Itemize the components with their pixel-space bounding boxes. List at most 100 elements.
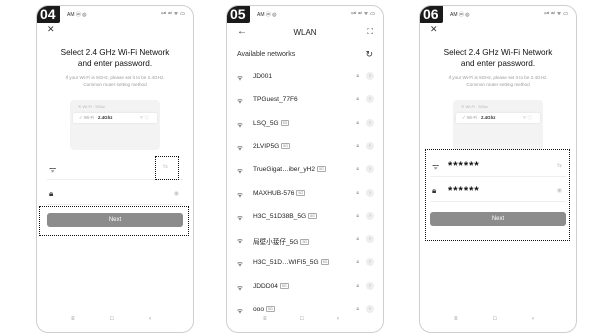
network-name: TPGuest_77F6 (253, 96, 298, 103)
router-setting-link[interactable]: Common router setting method (43, 81, 187, 88)
chevron-right-icon[interactable]: › (366, 118, 374, 127)
wifi-signal-icon: ᯤ (237, 284, 243, 292)
network-ssid: TPGuest_77F6 (253, 96, 298, 104)
chevron-right-icon[interactable]: › (366, 165, 374, 174)
system-nav-bar: ≡ □ ‹ (420, 316, 576, 326)
lock-icon: 🔒︎ (356, 282, 359, 289)
password-field[interactable]: 🔒︎ ◉ (47, 186, 183, 205)
chevron-right-icon[interactable]: › (366, 141, 374, 150)
subtitle: If your Wi-Fi is 5GHz, please set it to … (43, 74, 187, 88)
back-nav-icon[interactable]: ‹ (149, 316, 151, 322)
status-right: ᵎᵎᵃˡ ᵃᵎˡ ᯤ ▭ (544, 11, 568, 17)
lock-icon: 🔒︎ (356, 142, 359, 149)
chevron-right-icon[interactable]: › (366, 281, 374, 290)
band-tag: 5G (281, 142, 291, 149)
scan-icon[interactable]: ⛶ (367, 27, 373, 37)
next-button[interactable]: Next (430, 212, 566, 226)
status-bar: AM ⓦ ◎ ᵎᵎᵃˡ ᵃᵎˡ ᯤ ▭ (37, 6, 193, 22)
status-bar: AM ⓦ ◎ ᵎᵎᵃˡ ᵃᵎˡ ᯤ ▭ (420, 6, 576, 22)
wifi-signal-icon: ᯤ (237, 238, 243, 246)
network-name: MAXHUB-576 5G (253, 189, 306, 197)
system-nav-bar: ≡ □ ‹ (227, 316, 383, 326)
band-value: 2.4Ghz (98, 115, 113, 120)
wifi-signal-icon: ᯤ (237, 191, 243, 199)
status-right: ᵎᵎᵃˡ ᵃᵎˡ ᯤ ▭ (161, 11, 185, 17)
menu-nav-icon[interactable]: ≡ (263, 316, 267, 322)
phone-screen-step-05: 05 AM ⓦ ◎ ᵎᵎᵃˡ ᵃᵎˡ ᯤ ▭ ← WLAN ⛶ Availabl… (226, 5, 384, 333)
wifi-band-illustration: ✕ Wi-Fi · 5Ghz ✓ Wi-Fi · 2.4Ghz ᯤ ⓘ (453, 100, 543, 150)
switch-network-highlight[interactable]: ⇆ (155, 156, 179, 180)
lock-icon: 🔒︎ (356, 306, 359, 312)
home-nav-icon[interactable]: □ (110, 316, 114, 322)
eye-icon[interactable]: ◉ (557, 187, 562, 194)
network-list-item[interactable]: ᯤ TPGuest_77F6 🔒︎ › (227, 91, 383, 111)
network-list-item[interactable]: ᯤ 2LVIP5G 5G 🔒︎ › (227, 138, 383, 158)
band-5ghz-row: ✕ Wi-Fi · 5Ghz (78, 104, 105, 109)
wifi-name-value: ****** (448, 160, 480, 172)
wifi-name-field[interactable]: ᯤ ****** ⇆ (430, 158, 566, 177)
network-ssid: 2LVIP5G (253, 142, 280, 150)
network-list-item[interactable]: ᯤ TrueGigat…iber_yH2 5G 🔒︎ › (227, 161, 383, 181)
chevron-right-icon[interactable]: › (366, 258, 374, 267)
chevron-right-icon[interactable]: › (366, 188, 374, 197)
chevron-right-icon[interactable]: › (366, 235, 374, 244)
wifi-signal-icon: ᯤ (237, 121, 243, 129)
band-tag: 5G (320, 259, 330, 266)
wifi-signal-icon: ᯤ (237, 168, 243, 176)
home-nav-icon[interactable]: □ (493, 316, 497, 322)
home-nav-icon[interactable]: □ (300, 316, 304, 322)
network-list-item[interactable]: ᯤ H3C_51D…WIFI5_5G 5G 🔒︎ › (227, 254, 383, 274)
switch-network-icon[interactable]: ⇆ (557, 162, 562, 169)
band-tag: 5G (300, 239, 310, 246)
band-icons: ᯤ ⓘ (522, 115, 532, 120)
close-icon[interactable]: ✕ (430, 24, 438, 35)
title-line-1: Select 2.4 GHz Wi-Fi Network (443, 48, 553, 57)
router-setting-link[interactable]: Common router setting method (426, 81, 570, 88)
chevron-right-icon[interactable]: › (366, 95, 374, 104)
refresh-icon[interactable]: ↻ (365, 49, 373, 60)
network-list-item[interactable]: ᯤ LSQ_5G 5G 🔒︎ › (227, 115, 383, 135)
lock-icon: 🔒︎ (356, 73, 359, 79)
network-list-item[interactable]: ᯤ JDDD04 5G 🔒︎ › (227, 278, 383, 298)
network-name: 2LVIP5G 5G (253, 142, 291, 150)
system-nav-bar: ≡ □ ‹ (37, 316, 193, 326)
subtitle-line-1: If your Wi-Fi is 5GHz, please set it to … (65, 75, 165, 80)
band-prefix: ✓ Wi-Fi · (462, 115, 482, 120)
network-list-item[interactable]: ᯤ H3C_51D38B_5G 5G 🔒︎ › (227, 208, 383, 228)
chevron-right-icon[interactable]: › (366, 211, 374, 220)
password-field[interactable]: 🔒︎ ****** ◉ (430, 183, 566, 202)
status-right: ᵎᵎᵃˡ ᵃᵎˡ ᯤ ▭ (351, 11, 375, 17)
back-nav-icon[interactable]: ‹ (337, 316, 339, 322)
network-name: LSQ_5G 5G (253, 119, 290, 127)
wifi-signal-icon: ᯤ (237, 75, 243, 82)
wifi-signal-icon: ᯤ (237, 144, 243, 152)
menu-nav-icon[interactable]: ≡ (454, 316, 458, 322)
network-list-item[interactable]: ᯤ JD001 🔒︎ › (227, 68, 383, 88)
network-list-item[interactable]: ᯤ MAXHUB-576 5G 🔒︎ › (227, 185, 383, 205)
band-tag: 5G (317, 166, 326, 173)
wifi-icon: ᯤ (49, 165, 57, 174)
wifi-icon: ᯤ (432, 162, 440, 171)
band-value: 2.4Ghz (481, 115, 496, 120)
network-name: JD001 (253, 73, 272, 80)
chevron-right-icon[interactable]: › (366, 72, 374, 80)
title-line-1: Select 2.4 GHz Wi-Fi Network (60, 48, 170, 57)
band-2-4ghz-row: ✓ Wi-Fi · 2.4Ghz ᯤ ⓘ (73, 113, 157, 123)
step-number-badge: 06 (420, 6, 443, 23)
status-bar: AM ⓦ ◎ ᵎᵎᵃˡ ᵃᵎˡ ᯤ ▭ (227, 6, 383, 22)
network-ssid: JD001 (253, 73, 273, 80)
band-tag: 5G (279, 282, 289, 289)
menu-nav-icon[interactable]: ≡ (71, 316, 75, 322)
lock-icon: 🔒︎ (432, 186, 437, 195)
switch-network-icon[interactable]: ⇆ (163, 163, 168, 170)
network-ssid: LSQ_5G (253, 119, 279, 127)
eye-icon[interactable]: ◉ (174, 190, 179, 197)
back-nav-icon[interactable]: ‹ (532, 316, 534, 322)
band-icons: ᯤ ⓘ (139, 115, 149, 120)
chevron-right-icon[interactable]: › (366, 305, 374, 313)
network-name: TrueGigat…iber_yH2 5G (253, 166, 326, 173)
network-list-item[interactable]: ᯤ 局壁小菝仔_5G 5G 🔒︎ › (227, 231, 383, 251)
close-icon[interactable]: ✕ (47, 24, 55, 35)
password-value: ****** (448, 185, 480, 197)
next-button[interactable]: Next (47, 213, 183, 227)
